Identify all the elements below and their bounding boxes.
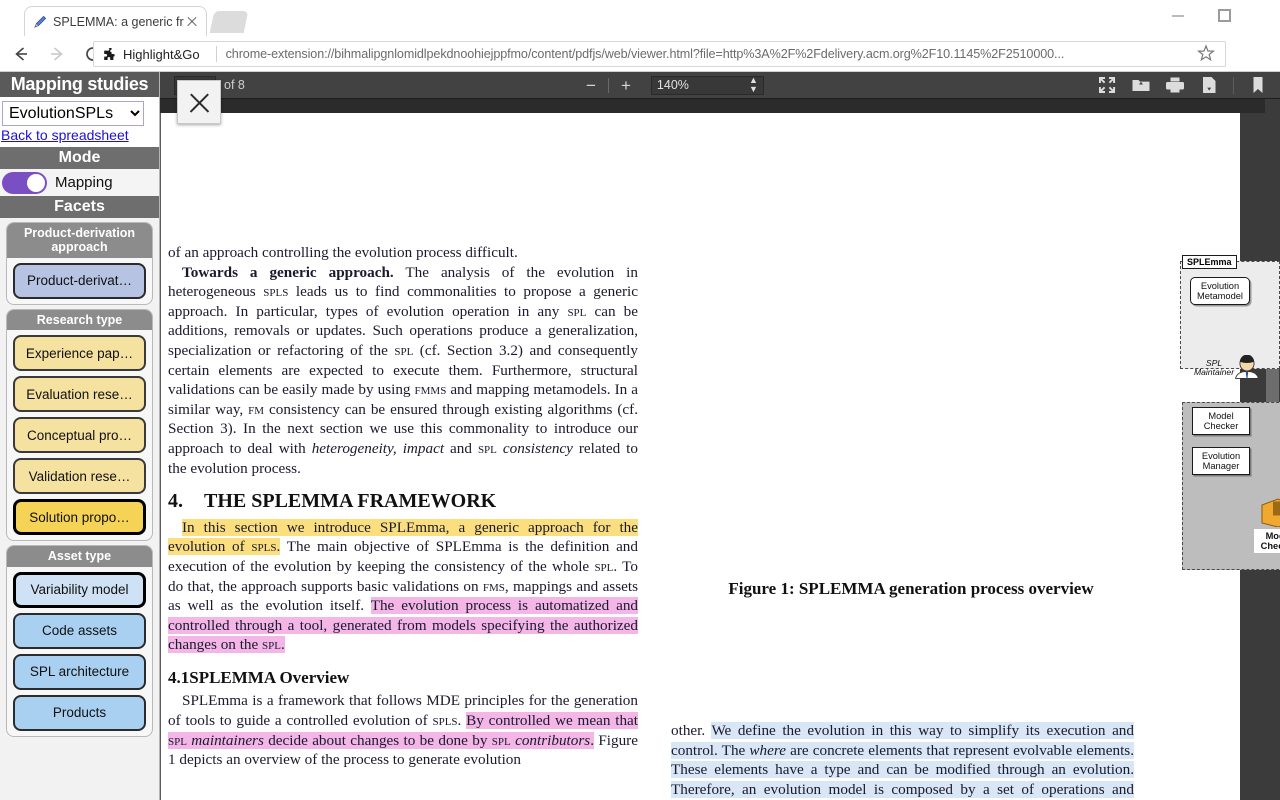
forward-arrow-icon: [42, 39, 72, 69]
fullscreen-icon[interactable]: [1097, 75, 1117, 95]
back-to-spreadsheet-link[interactable]: Back to spreadsheet: [1, 127, 129, 143]
browser-tab[interactable]: SPLEMMA: a generic fran: [24, 6, 207, 37]
divider: [607, 77, 609, 93]
section-number: 4.1: [168, 667, 190, 687]
pdf-toolbar: 4 of 8 − + 140% ▲▼: [160, 72, 1280, 99]
figure-1-caption-wrap: Figure 1: SPLEMMA generation process ove…: [671, 573, 1151, 599]
figure-1-caption: Figure 1: SPLEMMA generation process ove…: [728, 579, 1094, 598]
overlay-close-button[interactable]: [177, 80, 221, 124]
highlight-blue: We define the evolution in this way to s…: [671, 722, 1134, 800]
pdf-toolbar-actions: [1097, 75, 1280, 95]
section-title: SPLEMMA Overview: [189, 667, 350, 687]
facet-chip-spl-architecture[interactable]: SPL architecture: [13, 653, 146, 690]
box-model-checker-doc: Model Checker: [1192, 407, 1250, 435]
facet-group-title: Asset type: [7, 546, 152, 567]
viewer-background: [160, 99, 1280, 113]
study-select-wrapper: EvolutionSPLs: [0, 97, 159, 126]
back-arrow-icon[interactable]: [6, 39, 36, 69]
facet-chip-code-assets[interactable]: Code assets: [13, 612, 146, 649]
section-heading-4-1: 4.1SPLEMMA Overview: [168, 668, 638, 688]
section-number: 4.: [168, 490, 183, 513]
url-text: chrome-extension://bihmalipgnlomidlpekdn…: [225, 47, 1065, 61]
facet-group-research-type: Research type Experience pap… Evaluation…: [6, 308, 153, 542]
label-model-checker: ModelChecker: [1254, 529, 1280, 553]
mode-toggle-label: Mapping: [55, 174, 113, 191]
paragraph: In this section we introduce SPLEmma, a …: [168, 518, 639, 654]
extension-chip[interactable]: Highlight&Go: [94, 42, 208, 66]
zoom-select[interactable]: 140% ▲ ▼: [650, 75, 764, 95]
tag-splemma: SPLEmma: [1182, 255, 1237, 269]
minimize-icon[interactable]: [1164, 6, 1192, 26]
facet-group-title: Product-derivation approach: [7, 223, 152, 258]
open-folder-icon[interactable]: [1131, 75, 1151, 95]
box-evolution-manager-doc: Evolution Manager: [1192, 447, 1250, 475]
omnibox-bar: Highlight&Go chrome-extension://bihmalip…: [0, 36, 1280, 96]
facet-chip-product-derivation[interactable]: Product-derivat…: [13, 262, 146, 299]
mapping-mode-toggle[interactable]: [2, 171, 47, 194]
facets-header: Facets: [0, 196, 159, 218]
tab-title: SPLEMMA: a generic fran: [53, 14, 184, 29]
print-icon[interactable]: [1165, 75, 1185, 95]
facet-chip-products[interactable]: Products: [13, 694, 146, 731]
section-heading-4: 4. THE SPLEMMA FRAMEWORK: [168, 490, 638, 513]
plus-icon[interactable]: +: [613, 77, 639, 94]
figure-1-diagram: SPLEmma SPL: [1176, 247, 1280, 572]
box-evolution-metamodel: Evolution Metamodel: [1190, 277, 1250, 305]
close-icon[interactable]: [184, 14, 200, 30]
tab-strip: SPLEMMA: a generic fran: [0, 0, 1280, 37]
toggle-knob: [27, 173, 45, 192]
spl-maintainer-avatar-2: [1232, 354, 1262, 384]
facet-group-product-derivation: Product-derivation approach Product-deri…: [6, 222, 153, 305]
paragraph: Towards a generic approach. The analysis…: [168, 263, 639, 477]
paragraph-lead: Towards a generic approach.: [182, 263, 394, 281]
facet-group-title: Research type: [7, 309, 152, 331]
star-icon[interactable]: [1196, 43, 1218, 65]
pdf-page: of an approach controlling the evolution…: [160, 113, 1280, 800]
mode-toggle-row: Mapping: [0, 169, 159, 196]
document-right-paragraph: other. We define the evolution in this w…: [671, 721, 1134, 800]
back-link-wrapper: Back to spreadsheet: [0, 126, 159, 147]
facet-chip-evaluation-research[interactable]: Evaluation rese…: [13, 376, 146, 413]
paragraph: SPLEmma is a framework that follows MDE …: [168, 692, 639, 769]
address-bar[interactable]: Highlight&Go chrome-extension://bihmalip…: [93, 41, 1226, 67]
browser-window: SPLEMMA: a generic fran Highlight&Go chr…: [0, 0, 1280, 800]
sidebar-title: Mapping studies: [0, 72, 159, 97]
window-controls: [1150, 0, 1280, 30]
download-icon[interactable]: [1199, 75, 1219, 95]
facet-chip-conceptual-proposal[interactable]: Conceptual pro…: [13, 417, 146, 454]
facet-chip-experience-paper[interactable]: Experience pap…: [13, 335, 146, 372]
maximize-icon[interactable]: [1210, 6, 1238, 26]
study-select[interactable]: EvolutionSPLs: [2, 101, 144, 126]
mode-header: Mode: [0, 147, 159, 169]
document-left-column: of an approach controlling the evolution…: [168, 243, 639, 770]
pdf-viewer: 4 of 8 − + 140% ▲▼: [160, 72, 1280, 800]
label-spl-maintainer-mid: SPL Maintainer: [1193, 358, 1235, 378]
divider: [215, 46, 217, 62]
zoom-value: 140%: [656, 78, 689, 92]
minus-icon[interactable]: −: [578, 77, 604, 94]
facet-chip-validation-research[interactable]: Validation rese…: [13, 458, 146, 495]
chevron-updown-icon: ▲ ▼: [749, 75, 758, 94]
facet-chip-variability-model[interactable]: Variability model: [13, 571, 146, 608]
divider: [1232, 76, 1234, 94]
section-title: THE SPLEMMA FRAMEWORK: [204, 490, 497, 513]
facet-chip-solution-proposal[interactable]: Solution propo…: [13, 499, 146, 536]
page-count-label: of 8: [224, 78, 245, 92]
bookmark-icon[interactable]: [1248, 75, 1268, 95]
pencil-icon: [31, 13, 49, 31]
package-model-checker-icon: [1260, 497, 1280, 532]
paragraph: other. We define the evolution in this w…: [671, 721, 1134, 800]
zoom-controls: − + 140% ▲ ▼: [578, 75, 764, 95]
paragraph: of an approach controlling the evolution…: [168, 244, 518, 261]
facet-group-asset-type: Asset type Variability model Code assets…: [6, 545, 153, 737]
puzzle-piece-icon: [103, 47, 117, 61]
new-tab-button[interactable]: [209, 11, 249, 33]
mapping-studies-sidebar: Mapping studies EvolutionSPLs Back to sp…: [0, 72, 160, 800]
extension-name: Highlight&Go: [123, 46, 200, 62]
